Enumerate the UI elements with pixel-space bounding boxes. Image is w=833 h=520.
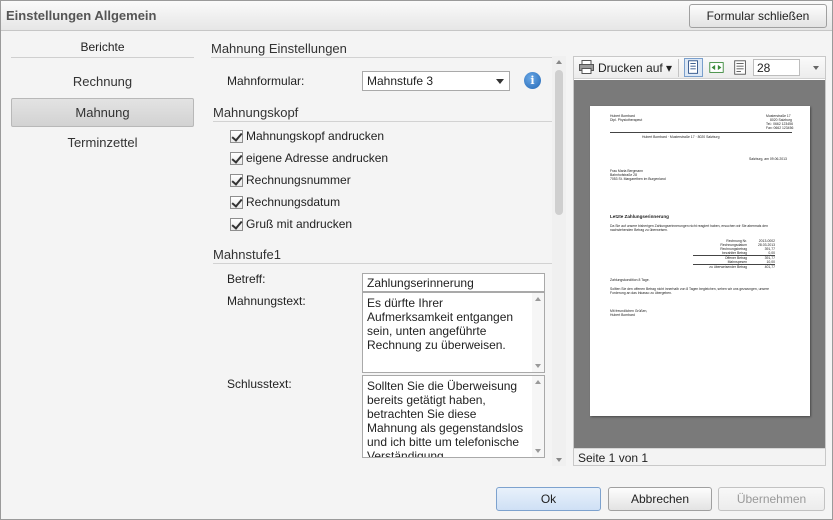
toolbar-divider [678, 59, 679, 77]
preview-canvas[interactable]: Hubert Bombard Dipl. Physiotherapeut Mus… [574, 80, 825, 448]
settings-title: Mahnung Einstellungen [211, 41, 347, 56]
cancel-button[interactable]: Abbrechen [608, 487, 712, 511]
check-rechnungsdatum[interactable]: Rechnungsdatum [230, 193, 340, 211]
settings-window: Einstellungen Allgemein Formular schließ… [0, 0, 833, 520]
print-to-button[interactable]: Drucken auf ▾ [598, 61, 672, 75]
scroll-down-icon[interactable] [535, 449, 541, 453]
textarea-scrollbar[interactable] [532, 376, 544, 457]
doc-date: Salzburg, am 09.06.2013 [749, 157, 787, 161]
check-rechnungsnummer[interactable]: Rechnungsnummer [230, 171, 351, 189]
doc-heading: Letzte Zahlungserinnerung [610, 214, 669, 219]
check-label: Rechnungsnummer [246, 173, 351, 187]
mahnungstext-label: Mahnungstext: [227, 294, 306, 308]
scroll-up-icon[interactable] [556, 60, 562, 64]
check-eigene-adresse[interactable]: eigene Adresse andrucken [230, 149, 388, 167]
reports-nav: Berichte Rechnung Mahnung Terminzettel [1, 32, 201, 482]
doc-sender-fax: Fax: 0662 123456 [766, 126, 794, 130]
nav-item-terminzettel[interactable]: Terminzettel [11, 128, 194, 157]
mahnformular-label: Mahnformular: [227, 74, 305, 88]
print-to-label: Drucken auf [598, 61, 663, 75]
mahnungstext-value: Es dürfte Ihrer Aufmerksamkeit entgangen… [367, 296, 514, 352]
fit-width-icon[interactable] [707, 58, 726, 77]
ok-button[interactable]: Ok [496, 487, 601, 511]
mahnformular-select[interactable]: Mahnstufe 3 [362, 71, 510, 91]
page-setup-icon[interactable] [731, 58, 750, 77]
apply-label: Übernehmen [736, 492, 807, 506]
checkbox[interactable] [230, 173, 243, 187]
doc-signature: Hubert Bombard [610, 313, 635, 317]
doc-row-value: 401,77 [764, 265, 775, 269]
settings-pane: Mahnung Einstellungen Mahnformular: Mahn… [201, 32, 569, 466]
scroll-down-icon[interactable] [535, 364, 541, 368]
doc-closing-2: Forderung an das Inkasso zu übergeben. [610, 291, 673, 295]
info-icon[interactable]: i [524, 72, 541, 89]
print-preview: Drucken auf ▾ 28 Hubert Bombard Dipl. Ph… [573, 56, 826, 466]
mahnungstext-textarea[interactable]: Es dürfte Ihrer Aufmerksamkeit entgangen… [362, 292, 545, 373]
preview-status: Seite 1 von 1 [574, 448, 825, 465]
check-label: Mahnungskopf andrucken [246, 129, 385, 143]
doc-body-2: nachstehenden Betrag zu überweisen. [610, 228, 668, 232]
cancel-label: Abbrechen [630, 492, 690, 506]
checkbox[interactable] [230, 195, 243, 209]
doc-return-line: Hubert Bombard · Musterstraße 17 · 8020 … [642, 135, 720, 139]
title-bar: Einstellungen Allgemein Formular schließ… [1, 1, 832, 31]
scroll-up-icon[interactable] [535, 380, 541, 384]
check-label: Rechnungsdatum [246, 195, 341, 209]
page-count-input[interactable]: 28 [753, 59, 800, 76]
doc-sender-title: Dipl. Physiotherapeut [610, 118, 643, 122]
kopf-divider [213, 121, 556, 122]
stufe-divider [213, 263, 556, 264]
scrollbar-thumb[interactable] [555, 70, 563, 215]
single-page-view-icon[interactable] [684, 58, 703, 77]
preview-toolbar: Drucken auf ▾ 28 [574, 57, 825, 79]
scroll-up-icon[interactable] [535, 297, 541, 301]
doc-header-rule [610, 132, 792, 133]
close-form-button[interactable]: Formular schließen [689, 4, 827, 28]
nav-header: Berichte [80, 40, 125, 54]
betreff-label: Betreff: [227, 272, 266, 286]
check-label: Gruß mit andrucken [246, 217, 353, 231]
betreff-input[interactable]: Zahlungserinnerung [362, 273, 545, 292]
settings-title-divider [211, 57, 556, 58]
check-mahnungskopf[interactable]: Mahnungskopf andrucken [230, 127, 384, 145]
schlusstext-value: Sollten Sie die Überweisung bereits getä… [367, 379, 524, 458]
kopf-title: Mahnungskopf [213, 105, 299, 120]
mahnformular-value: Mahnstufe 3 [367, 74, 434, 88]
doc-row-label: zu überweisender Betrag [709, 265, 747, 269]
apply-button[interactable]: Übernehmen [718, 487, 825, 511]
nav-divider [11, 57, 194, 58]
nav-item-mahnung[interactable]: Mahnung [11, 98, 194, 127]
chevron-down-icon [496, 79, 504, 84]
check-label: eigene Adresse andrucken [246, 151, 389, 165]
printer-icon[interactable] [579, 60, 594, 74]
doc-terms: Zahlungskondition 8 Tage. [610, 278, 650, 282]
doc-recipient-3: 7053 St. Margarethen im Burgenland [610, 177, 666, 181]
toolbar-overflow-icon[interactable] [813, 66, 819, 70]
schlusstext-label: Schlusstext: [227, 377, 292, 391]
check-gruss[interactable]: Gruß mit andrucken [230, 215, 352, 233]
settings-scrollbar[interactable] [552, 56, 566, 466]
nav-item-rechnung[interactable]: Rechnung [11, 67, 194, 96]
checkbox[interactable] [230, 217, 243, 231]
checkbox[interactable] [230, 129, 243, 143]
ok-label: Ok [540, 492, 557, 506]
scroll-down-icon[interactable] [556, 458, 562, 462]
textarea-scrollbar[interactable] [532, 293, 544, 372]
schlusstext-textarea[interactable]: Sollten Sie die Überweisung bereits getä… [362, 375, 545, 458]
stufe-title: Mahnstufe1 [213, 247, 281, 262]
window-title: Einstellungen Allgemein [6, 8, 157, 23]
preview-page: Hubert Bombard Dipl. Physiotherapeut Mus… [590, 106, 810, 416]
checkbox[interactable] [230, 151, 243, 165]
